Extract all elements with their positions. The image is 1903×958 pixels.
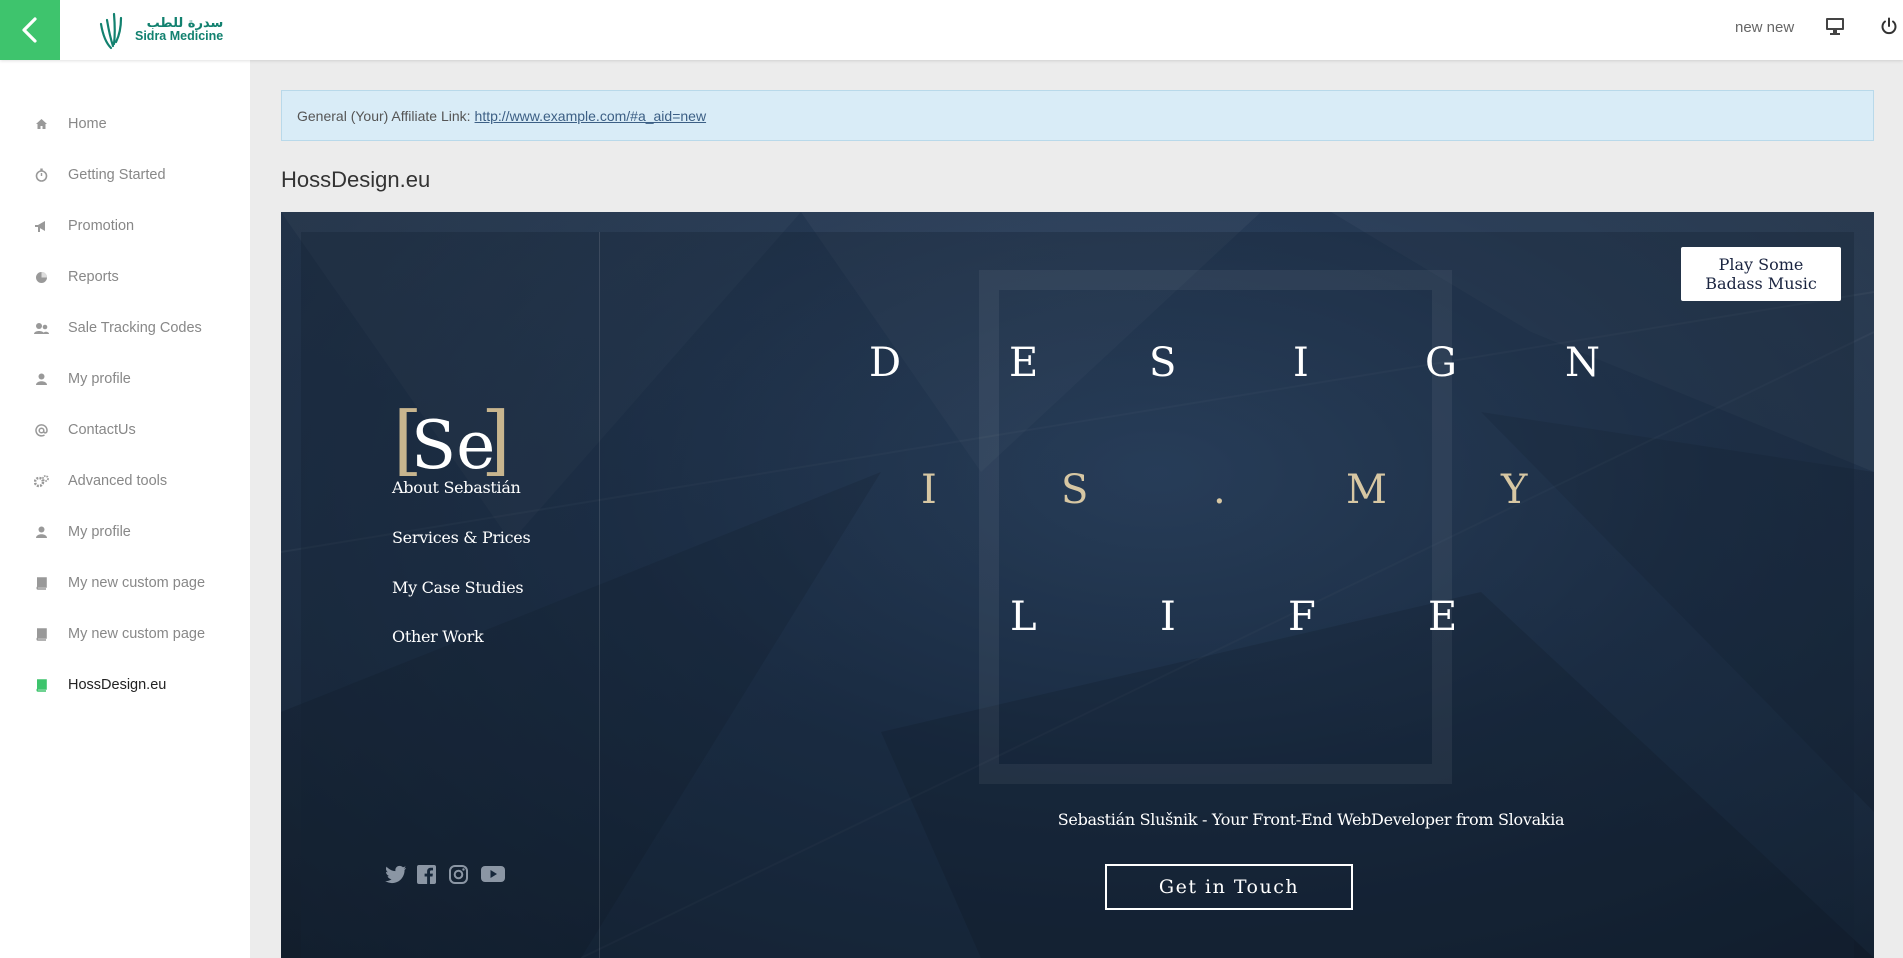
sidebar-item-my-profile-2[interactable]: My profile (0, 510, 250, 554)
sidebar-item-hossdesign[interactable]: HossDesign.eu (0, 663, 250, 707)
twitter-icon[interactable] (385, 865, 407, 887)
users-icon (33, 320, 49, 336)
sidebar-item-label: Advanced tools (68, 473, 168, 489)
headline-letter: M (1346, 467, 1387, 513)
headline-row-life: L I F E (1010, 594, 1490, 644)
sidra-logo-text: سدرة للطب Sidra Medicine (135, 17, 223, 43)
site-menu-about[interactable]: About Sebastián (392, 478, 521, 497)
book-icon (33, 626, 49, 642)
headline-letter: I (1293, 340, 1309, 386)
sidebar-item-label: Reports (68, 269, 119, 285)
headline-letter: I (1160, 594, 1176, 640)
cogs-icon (33, 473, 49, 489)
sidebar-item-home[interactable]: Home (0, 102, 250, 146)
youtube-icon[interactable] (481, 865, 505, 887)
headline-letter: . (1213, 467, 1226, 513)
sidra-logo-icon (99, 12, 123, 50)
power-icon (1881, 17, 1897, 35)
sidebar-item-my-profile[interactable]: My profile (0, 357, 250, 401)
sidebar-item-label: Sale Tracking Codes (68, 320, 202, 336)
headline-letter: S (1149, 340, 1177, 386)
top-bar: سدرة للطب Sidra Medicine new new (0, 0, 1903, 60)
se-logo[interactable]: [ Se ] (393, 400, 511, 485)
stopwatch-icon (33, 167, 49, 183)
logout-button[interactable] (1880, 17, 1902, 39)
sidebar-item-label: Getting Started (68, 167, 166, 183)
sidebar-item-label: HossDesign.eu (68, 677, 167, 693)
music-button-line1: Play Some (1718, 255, 1804, 274)
headline-letter: G (1425, 340, 1457, 386)
headline-letter: N (1565, 340, 1600, 386)
site-menu-case-studies[interactable]: My Case Studies (392, 578, 524, 597)
get-in-touch-button[interactable]: Get in Touch (1105, 864, 1353, 910)
logo-bracket-right: ] (481, 395, 511, 484)
headline-letter: E (1428, 594, 1458, 640)
sidebar-item-contactus[interactable]: ContactUs (0, 408, 250, 452)
affiliate-link[interactable]: http://www.example.com/#a_aid=new (475, 108, 707, 124)
sidebar-item-promotion[interactable]: Promotion (0, 204, 250, 248)
music-button-line2: Badass Music (1705, 274, 1817, 293)
play-music-button[interactable]: Play Some Badass Music (1681, 247, 1841, 301)
sidebar-item-label: My profile (68, 524, 131, 540)
megaphone-icon (33, 218, 49, 234)
chevron-left-icon (22, 17, 37, 43)
embedded-site-frame: [ Se ] About Sebastián Services & Prices… (281, 212, 1874, 958)
sidebar-item-label: ContactUs (68, 422, 136, 438)
user-icon (33, 524, 49, 540)
headline-letter: S (1061, 467, 1089, 513)
monitor-button[interactable] (1825, 17, 1847, 39)
headline-letter: L (1010, 594, 1037, 640)
sidebar-item-label: My new custom page (68, 626, 206, 642)
main-content: General (Your) Affiliate Link: http://ww… (250, 60, 1903, 958)
user-icon (33, 371, 49, 387)
sidebar-item-label: My profile (68, 371, 131, 387)
facebook-icon[interactable] (417, 865, 439, 887)
headline-letter: F (1288, 594, 1316, 640)
site-menu-services[interactable]: Services & Prices (392, 528, 531, 547)
page-title: HossDesign.eu (281, 167, 431, 192)
site-menu-other-work[interactable]: Other Work (392, 627, 484, 646)
logo-english-text: Sidra Medicine (135, 29, 224, 44)
at-icon (33, 422, 49, 438)
headline-letter: Y (1501, 467, 1528, 513)
sidebar-item-label: My new custom page (68, 575, 206, 591)
headline-row-is-my: I S . M Y (921, 467, 1561, 517)
sidra-logo[interactable]: سدرة للطب Sidra Medicine (97, 9, 223, 51)
sidebar-item-label: Promotion (68, 218, 135, 234)
sidebar-item-my-new-custom-page-2[interactable]: My new custom page (0, 612, 250, 656)
headline-letter: D (869, 340, 902, 386)
sidebar-item-getting-started[interactable]: Getting Started (0, 153, 250, 197)
back-button[interactable] (0, 0, 60, 60)
monitor-icon (1826, 18, 1844, 35)
user-name[interactable]: new new (1735, 19, 1794, 36)
pie-chart-icon (33, 269, 49, 285)
book-icon (33, 677, 49, 693)
home-icon (33, 116, 49, 132)
sidebar-item-advanced-tools[interactable]: Advanced tools (0, 459, 250, 503)
book-icon (33, 575, 49, 591)
sidebar-item-reports[interactable]: Reports (0, 255, 250, 299)
embedded-site-background: [ Se ] About Sebastián Services & Prices… (281, 212, 1874, 958)
sidebar-item-label: Home (68, 116, 107, 132)
affiliate-link-alert: General (Your) Affiliate Link: http://ww… (281, 90, 1874, 141)
affiliate-link-prefix: General (Your) Affiliate Link: (297, 107, 471, 124)
instagram-icon[interactable] (449, 865, 471, 887)
site-tagline: Sebastián Slušnik - Your Front-End WebDe… (1057, 810, 1565, 829)
headline-row-design: D E S I G N (869, 340, 1600, 390)
headline-letter: I (921, 467, 937, 513)
sidebar-item-sale-tracking-codes[interactable]: Sale Tracking Codes (0, 306, 250, 350)
headline-letter: E (1009, 340, 1039, 386)
sidebar: Home Getting Started Promotion Reports S… (0, 60, 250, 958)
sidebar-divider (599, 232, 600, 958)
sidebar-item-my-new-custom-page[interactable]: My new custom page (0, 561, 250, 605)
